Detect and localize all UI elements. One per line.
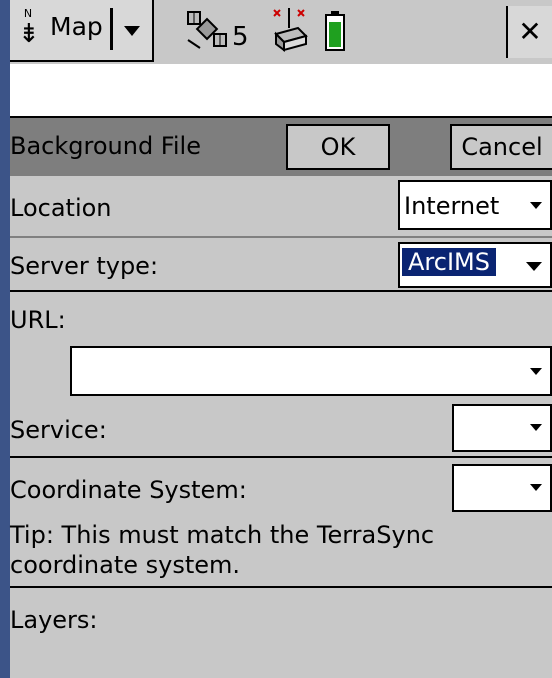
service-select[interactable] [452,404,552,452]
battery-icon [325,11,345,51]
layers-label: Layers: [10,606,98,634]
device-frame [0,0,10,678]
location-select[interactable]: Internet [398,180,552,230]
screen: N ⇟ Map 5 ✕ Background File OK Cancel Lo… [10,0,552,678]
north-arrow-glyph: ⇟ [18,19,40,49]
form-title: Background File [10,132,201,160]
satellite-icon[interactable] [186,8,230,52]
chevron-down-icon [530,424,542,431]
url-label: URL: [10,306,66,334]
close-icon: ✕ [518,15,542,48]
server-type-value: ArcIMS [402,248,496,276]
close-button[interactable]: ✕ [506,6,552,58]
dropdown-divider [110,8,113,50]
coordinate-system-label: Coordinate System: [10,476,247,504]
section-dropdown[interactable]: N ⇟ Map [10,0,154,62]
blank-input-bar [10,64,552,118]
service-row: Service: [10,400,552,456]
form-header: Background File OK Cancel [10,118,552,176]
satellite-count: 5 [232,22,249,52]
ok-button[interactable]: OK [286,124,390,170]
location-value: Internet [404,192,500,220]
divider [10,290,552,292]
service-label: Service: [10,416,107,444]
url-combo[interactable] [70,346,552,396]
chevron-down-icon [526,262,542,271]
location-label: Location [10,194,112,222]
divider [10,586,552,588]
server-type-select[interactable]: ArcIMS [398,242,552,288]
tip-text: Tip: This must match the TerraSync coord… [10,521,435,579]
coordinate-system-select[interactable] [452,464,552,512]
coordinate-system-row: Coordinate System: [10,458,552,514]
section-label: Map [50,12,103,41]
location-row: Location Internet [10,176,552,236]
chevron-down-icon[interactable] [124,26,140,36]
chevron-down-icon [530,484,542,491]
chevron-down-icon [530,202,542,209]
north-arrow-icon: N ⇟ [18,6,40,56]
chevron-down-icon [530,368,542,375]
cancel-button[interactable]: Cancel [450,124,552,170]
radio-receiver-icon[interactable] [268,4,312,54]
server-type-row: Server type: ArcIMS [10,238,552,290]
top-toolbar: N ⇟ Map 5 ✕ [10,0,552,66]
server-type-label: Server type: [10,252,159,280]
